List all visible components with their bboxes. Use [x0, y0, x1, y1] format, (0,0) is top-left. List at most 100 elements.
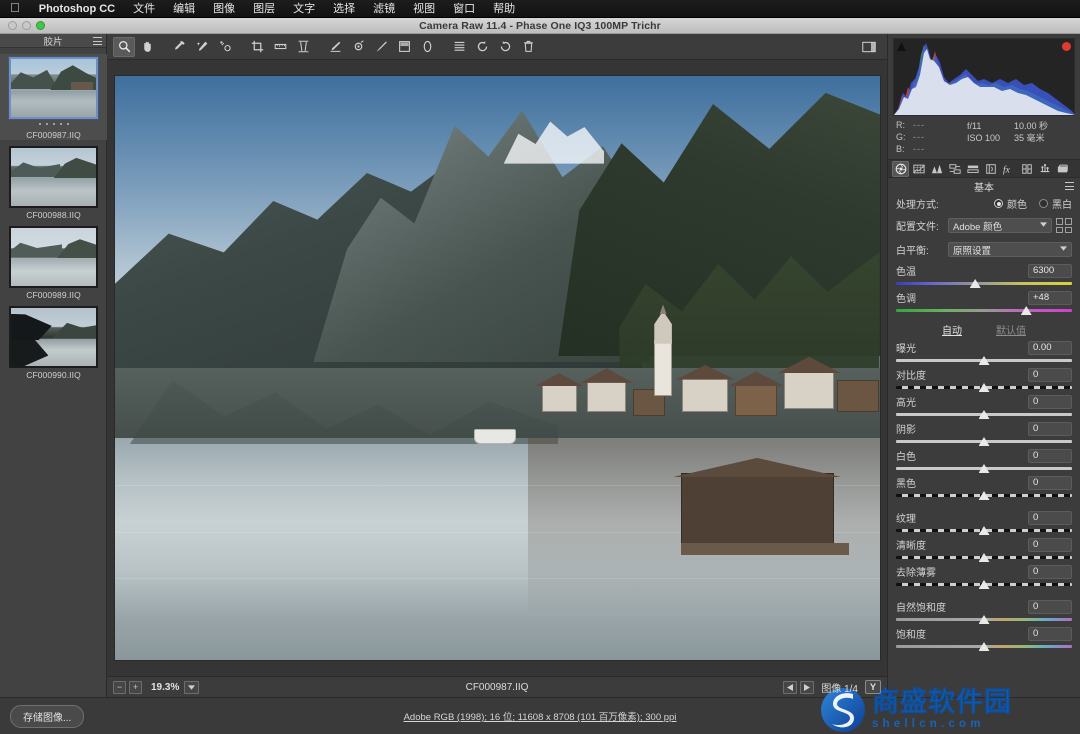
chevron-down-icon[interactable] — [184, 680, 200, 694]
rating-dots[interactable] — [0, 119, 107, 128]
snapshots-tab[interactable] — [1054, 161, 1071, 177]
detail-tab[interactable] — [928, 161, 945, 177]
transform-tool-icon[interactable] — [292, 37, 314, 57]
thumbnail-frame[interactable] — [9, 226, 98, 288]
menu-item-window[interactable]: 窗口 — [444, 0, 484, 18]
crop-tool-icon[interactable] — [246, 37, 268, 57]
lens-corrections-tab[interactable] — [982, 161, 999, 177]
slider-value[interactable]: 0 — [1028, 367, 1072, 382]
radio-dot-icon — [1039, 199, 1048, 208]
menu-item-layer[interactable]: 图层 — [244, 0, 284, 18]
graduated-filter-icon[interactable] — [393, 37, 415, 57]
slider-track[interactable] — [896, 526, 1072, 536]
effects-tab[interactable]: fx — [1000, 161, 1017, 177]
adjustment-brush-icon[interactable] — [370, 37, 392, 57]
slider-value[interactable]: 0 — [1028, 537, 1072, 552]
apple-icon[interactable]:  — [8, 1, 30, 16]
targeted-adjustment-icon[interactable] — [214, 37, 236, 57]
save-image-button[interactable]: 存储图像... — [10, 704, 85, 728]
basic-panel-tab[interactable] — [892, 160, 909, 177]
plus-box-icon[interactable]: + — [129, 680, 142, 694]
list-item[interactable]: CF000990.IIQ — [0, 306, 107, 380]
menu-item-filter[interactable]: 滤镜 — [364, 0, 404, 18]
preview-canvas[interactable] — [107, 60, 887, 676]
menu-item-edit[interactable]: 编辑 — [164, 0, 204, 18]
window-title: Camera Raw 11.4 - Phase One IQ3 100MP Tr… — [419, 19, 661, 32]
slider-value[interactable]: 0 — [1028, 599, 1072, 614]
prev-arrow-icon[interactable] — [783, 680, 798, 694]
slider-track[interactable] — [896, 306, 1072, 316]
slider-track[interactable] — [896, 553, 1072, 563]
straighten-tool-icon[interactable] — [269, 37, 291, 57]
minus-box-icon[interactable]: − — [113, 680, 126, 694]
slider-track[interactable] — [896, 437, 1072, 447]
list-item-label: CF000988.IIQ — [26, 210, 81, 220]
slider-track[interactable] — [896, 580, 1072, 590]
menu-app-name[interactable]: Photoshop CC — [30, 0, 124, 18]
menu-item-view[interactable]: 视图 — [404, 0, 444, 18]
radial-filter-icon[interactable] — [416, 37, 438, 57]
slider-value[interactable]: 0 — [1028, 626, 1072, 641]
list-item[interactable]: CF000988.IIQ — [0, 146, 107, 220]
slider-value[interactable]: 0 — [1028, 394, 1072, 409]
preview-toggle-button[interactable]: Y — [865, 680, 881, 694]
menu-item-type[interactable]: 文字 — [284, 0, 324, 18]
hamburger-icon[interactable] — [93, 37, 102, 45]
hsl-grayscale-tab[interactable] — [946, 161, 963, 177]
slider-track[interactable] — [896, 356, 1072, 366]
list-item[interactable]: CF000987.IIQ — [0, 54, 107, 140]
next-arrow-icon[interactable] — [800, 680, 815, 694]
slider-value[interactable]: 0 — [1028, 510, 1072, 525]
treatment-bw-radio[interactable]: 黑白 — [1039, 196, 1072, 211]
preferences-icon[interactable] — [448, 37, 470, 57]
profile-grid-icon[interactable] — [1056, 218, 1072, 233]
rotate-right-icon[interactable] — [494, 37, 516, 57]
treatment-color-radio[interactable]: 颜色 — [994, 196, 1027, 211]
slider-value[interactable]: 0 — [1028, 564, 1072, 579]
menu-item-file[interactable]: 文件 — [124, 0, 164, 18]
split-toning-tab[interactable] — [964, 161, 981, 177]
slider-track[interactable] — [896, 383, 1072, 393]
thumbnail-frame[interactable] — [9, 146, 98, 208]
tone-curve-tab[interactable] — [910, 161, 927, 177]
slider-value[interactable]: +48 — [1028, 290, 1072, 305]
slider-label: 阴影 — [896, 425, 916, 436]
filmstrip-thumbnails: CF000987.IIQ CF000988.IIQ CF000989.IIQ C… — [0, 48, 107, 380]
menu-item-image[interactable]: 图像 — [204, 0, 244, 18]
presets-tab[interactable] — [1036, 161, 1053, 177]
default-button[interactable]: 默认值 — [996, 322, 1026, 337]
thumbnail-frame[interactable] — [9, 57, 98, 119]
menu-item-select[interactable]: 选择 — [324, 0, 364, 18]
slider-value[interactable]: 0.00 — [1028, 340, 1072, 355]
white-balance-select[interactable]: 原照设置 — [948, 242, 1072, 257]
spot-removal-icon[interactable] — [324, 37, 346, 57]
preview-image[interactable] — [114, 76, 880, 660]
slider-value[interactable]: 0 — [1028, 421, 1072, 436]
red-eye-removal-icon[interactable] — [347, 37, 369, 57]
hamburger-icon[interactable] — [1065, 182, 1074, 190]
slider-value[interactable]: 0 — [1028, 475, 1072, 490]
slider-track[interactable] — [896, 410, 1072, 420]
slider-track[interactable] — [896, 491, 1072, 501]
slider-track[interactable] — [896, 279, 1072, 289]
menu-item-help[interactable]: 帮助 — [484, 0, 524, 18]
histogram[interactable] — [893, 38, 1075, 116]
slider-track[interactable] — [896, 615, 1072, 625]
auto-button[interactable]: 自动 — [942, 322, 962, 337]
slider-track[interactable] — [896, 464, 1072, 474]
zoom-tool-icon[interactable] — [113, 36, 135, 57]
thumbnail-frame[interactable] — [9, 306, 98, 368]
slider-track[interactable] — [896, 642, 1072, 652]
list-item[interactable]: CF000989.IIQ — [0, 226, 107, 300]
slider-value[interactable]: 6300 — [1028, 263, 1072, 278]
color-sampler-icon[interactable] — [191, 37, 213, 57]
slider-value[interactable]: 0 — [1028, 448, 1072, 463]
rotate-left-icon[interactable] — [471, 37, 493, 57]
white-balance-eyedropper-icon[interactable] — [168, 37, 190, 57]
fullscreen-toggle-icon[interactable] — [858, 37, 880, 57]
slider-label: 高光 — [896, 398, 916, 409]
hand-tool-icon[interactable] — [136, 37, 158, 57]
calibration-tab[interactable] — [1018, 161, 1035, 177]
delete-icon[interactable] — [517, 37, 539, 57]
profile-select[interactable]: Adobe 颜色 — [948, 218, 1052, 233]
